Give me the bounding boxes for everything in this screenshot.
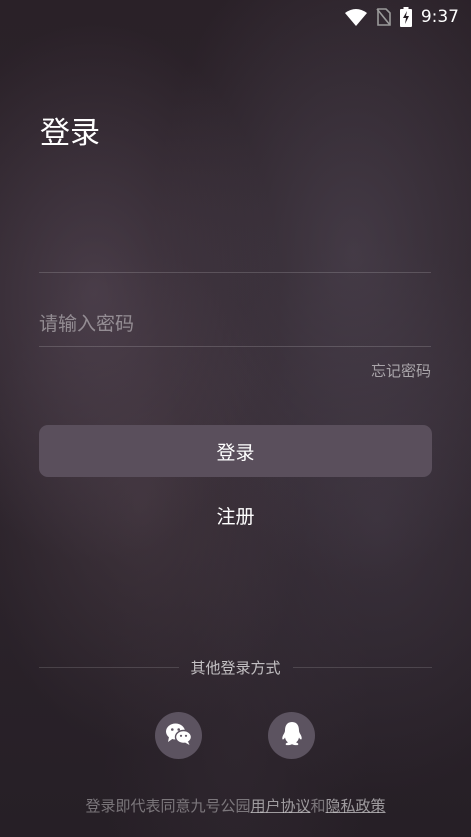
wechat-login-button[interactable]: [155, 712, 202, 759]
login-button[interactable]: 登录: [39, 425, 432, 477]
divider-line-right: [292, 667, 433, 668]
forgot-password-link[interactable]: 忘记密码: [371, 360, 431, 381]
agreement-and: 和: [310, 797, 326, 815]
no-sim-icon: [376, 8, 391, 26]
user-agreement-link[interactable]: 用户协议: [250, 797, 310, 815]
battery-charging-icon: [399, 7, 412, 27]
other-login-label: 其他登录方式: [190, 659, 281, 677]
register-link[interactable]: 注册: [0, 502, 471, 529]
username-input[interactable]: [39, 228, 431, 272]
password-input[interactable]: [39, 302, 431, 346]
login-screen: 9:37 登录 忘记密码 登录 注册 其他登录方式 登录即代表同意九号公园用户协…: [0, 0, 471, 837]
qq-icon: [280, 721, 304, 751]
privacy-policy-link[interactable]: 隐私政策: [326, 797, 386, 815]
status-time: 9:37: [420, 7, 459, 27]
wechat-icon: [165, 722, 193, 750]
password-field-wrapper: [39, 302, 431, 347]
agreement-prefix: 登录即代表同意九号公园: [85, 797, 251, 815]
other-login-divider: 其他登录方式: [39, 657, 433, 678]
page-title: 登录: [40, 116, 100, 151]
agreement-footer: 登录即代表同意九号公园用户协议和隐私政策: [0, 795, 471, 816]
username-field-wrapper: [39, 228, 431, 273]
divider-line-left: [39, 667, 179, 668]
qq-login-button[interactable]: [268, 712, 315, 759]
status-bar: 9:37: [0, 0, 471, 34]
wifi-icon: [344, 8, 367, 26]
